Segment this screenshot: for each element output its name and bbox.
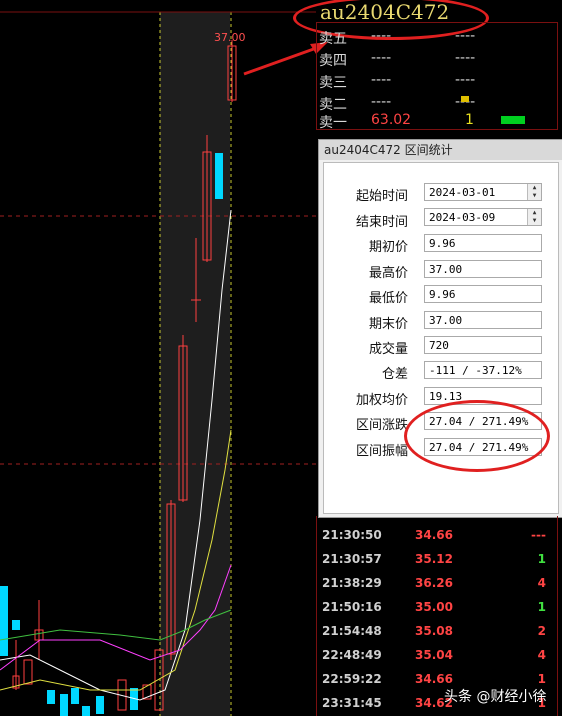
tick-time: 22:48:49: [322, 648, 382, 662]
oi-change-field: -111 / -37.12%: [424, 361, 542, 379]
field-label-end-time: 结束时间: [355, 215, 408, 230]
open-price-field: 9.96: [424, 234, 542, 252]
tick-volume: 4: [537, 648, 546, 662]
ask-price: ----: [371, 50, 392, 66]
end-time-value: 2024-03-09: [429, 211, 496, 224]
watermark: 头条 @财经小徐: [444, 689, 547, 705]
field-label-high: 最高价: [368, 266, 408, 281]
start-time-value: 2024-03-01: [429, 186, 496, 199]
ask-volume: ----: [455, 72, 476, 88]
ask-price: ----: [371, 28, 392, 44]
tick-price: 35.12: [415, 552, 453, 566]
ask-price: ----: [371, 72, 392, 88]
tick-time: 21:30:50: [322, 528, 382, 542]
order-book-row: 卖四 ---- ----: [319, 50, 549, 72]
volume-field: 720: [424, 336, 542, 354]
tick-price: 35.08: [415, 624, 453, 638]
dialog-title[interactable]: au2404C472 区间统计: [319, 140, 562, 160]
annotation-arrow: [243, 44, 323, 76]
tick-price: 35.00: [415, 600, 453, 614]
field-label-close: 期末价: [368, 317, 408, 332]
field-label-low: 最低价: [368, 291, 408, 306]
tick-volume: 2: [537, 624, 546, 638]
start-time-input[interactable]: 2024-03-01 ▲ ▼: [424, 183, 542, 201]
field-label-volume: 成交量: [368, 342, 408, 357]
tick-time: 22:59:22: [322, 672, 382, 686]
ask-label: 卖四: [319, 53, 347, 69]
tick-time: 21:54:48: [322, 624, 382, 638]
tick-time: 21:50:16: [322, 600, 382, 614]
low-price-field: 9.96: [424, 285, 542, 303]
ask-price: 63.02: [371, 112, 412, 128]
ask-label: 卖二: [319, 97, 347, 113]
close-price-field: 37.00: [424, 311, 542, 329]
field-label-open: 期初价: [368, 240, 408, 255]
tick-row: 21:30:57 35.12 1: [322, 552, 546, 572]
tick-time: 21:30:57: [322, 552, 382, 566]
field-label-amplitude: 区间振幅: [355, 444, 408, 459]
tick-row: 21:30:50 34.66 ---: [322, 528, 546, 548]
start-time-spinner[interactable]: ▲ ▼: [527, 184, 541, 200]
tick-row: 22:48:49 35.04 4: [322, 648, 546, 668]
highlight-ellipse-results: [404, 400, 550, 472]
tick-time: 23:31:45: [322, 696, 382, 710]
tick-price: 36.26: [415, 576, 453, 590]
ask-label: 卖三: [319, 75, 347, 91]
tick-volume: ---: [531, 528, 546, 542]
field-label-change: 区间涨跌: [355, 418, 408, 433]
ask-volume: ----: [455, 28, 476, 44]
tick-volume: 1: [537, 600, 546, 614]
high-price-field: 37.00: [424, 260, 542, 278]
tick-price: 35.04: [415, 648, 453, 662]
ask-label: 卖五: [319, 31, 347, 47]
tick-row: 21:54:48 35.08 2: [322, 624, 546, 644]
end-time-spinner[interactable]: ▲ ▼: [527, 209, 541, 225]
ask-price: ----: [371, 94, 392, 110]
ask-label: 卖一: [319, 115, 347, 131]
tick-row: 21:38:29 36.26 4: [322, 576, 546, 596]
tick-price: 34.66: [415, 672, 453, 686]
volume-bar: [501, 116, 525, 124]
order-book-row: 卖三 ---- ----: [319, 72, 549, 94]
tick-row: 21:50:16 35.00 1: [322, 600, 546, 620]
end-time-input[interactable]: 2024-03-09 ▲ ▼: [424, 208, 542, 226]
field-label-vwap: 加权均价: [355, 393, 408, 408]
field-label-start-time: 起始时间: [355, 189, 408, 204]
tick-volume: 4: [537, 576, 546, 590]
ask-volume: 1: [465, 112, 474, 128]
field-label-oi-change: 仓差: [381, 367, 408, 382]
order-book-row: 卖一 63.02 1: [319, 112, 549, 134]
tick-volume: 1: [537, 672, 546, 686]
order-book-row: 卖五 ---- ----: [319, 28, 549, 50]
tick-volume: 1: [537, 552, 546, 566]
ask-volume: ----: [455, 50, 476, 66]
volume-marker: [461, 96, 469, 102]
tick-price: 34.66: [415, 528, 453, 542]
tick-time: 21:38:29: [322, 576, 382, 590]
